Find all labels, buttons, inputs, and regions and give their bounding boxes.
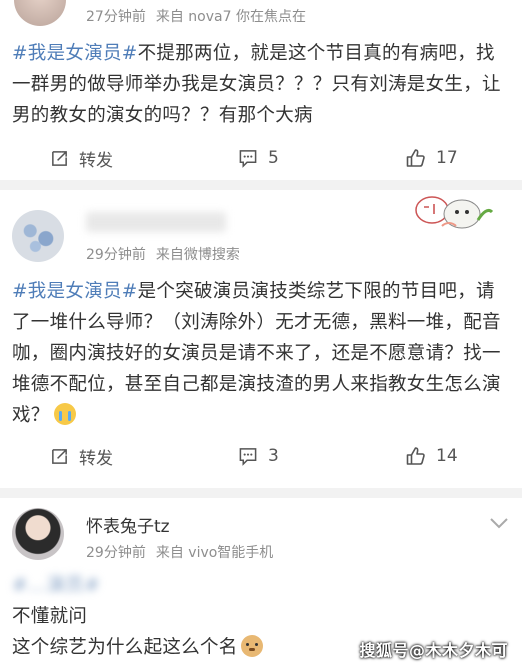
- chevron-down-icon[interactable]: [488, 516, 510, 530]
- repost-label: 转发: [79, 150, 113, 171]
- post-content: #我是女演员#不提那两位，就是这个节目真的有病吧，找一群男的做导师举办我是女演员…: [12, 38, 512, 131]
- post-source: 来自 nova7 你在焦点在: [155, 9, 306, 25]
- post-source: 来自微博搜索: [155, 247, 240, 263]
- post-source: 来自 vivo智能手机: [155, 545, 274, 561]
- avatar[interactable]: [14, 0, 66, 26]
- sticker-image: [415, 196, 494, 229]
- repost-button[interactable]: 转发: [50, 138, 113, 178]
- post-actions: 转发 3 14: [0, 436, 522, 476]
- comment-count: 3: [268, 446, 279, 466]
- post-2: 29分钟前 来自微博搜索 #我是女演员#是个突破演员演技类综艺下限的节目吧，请了一…: [0, 190, 522, 488]
- post-content: #我是女演员#是个突破演员演技类综艺下限的节目吧，请了一堆什么导师？（刘涛除外）…: [12, 276, 512, 431]
- post-meta: 29分钟前 来自微博搜索: [86, 244, 250, 264]
- like-button[interactable]: 17: [405, 138, 458, 178]
- username-blurred[interactable]: [86, 212, 226, 232]
- topic-link-blurred[interactable]: #…演员#: [12, 570, 512, 601]
- repost-button[interactable]: 转发: [50, 436, 113, 476]
- comment-count: 5: [268, 148, 279, 168]
- topic-link[interactable]: #我是女演员#: [12, 43, 138, 64]
- crying-emoji-icon: [53, 403, 76, 425]
- post-meta: 27分钟前 来自 nova7 你在焦点在: [86, 6, 316, 26]
- avatar[interactable]: [12, 210, 64, 262]
- comment-icon: [239, 149, 257, 168]
- like-icon: [406, 447, 425, 465]
- repost-label: 转发: [79, 448, 113, 469]
- doge-emoji-icon: [240, 635, 263, 657]
- post-time: 29分钟前: [86, 545, 146, 561]
- comment-button[interactable]: 5: [238, 138, 279, 178]
- post-meta: 29分钟前 来自 vivo智能手机: [86, 542, 283, 562]
- like-button[interactable]: 14: [405, 436, 458, 476]
- like-icon: [406, 149, 425, 167]
- avatar[interactable]: [12, 508, 64, 560]
- like-count: 17: [436, 148, 458, 168]
- like-count: 14: [436, 446, 458, 466]
- post-time: 29分钟前: [86, 247, 146, 263]
- post-text: 是个突破演员演技类综艺下限的节目吧，请了一堆什么导师？（刘涛除外）无才无德，黑料…: [12, 281, 501, 426]
- post-time: 27分钟前: [86, 9, 146, 25]
- comment-icon: [239, 447, 257, 466]
- repost-icon: [52, 448, 67, 464]
- post-1: 27分钟前 来自 nova7 你在焦点在 #我是女演员#不提那两位，就是这个节目真…: [0, 0, 522, 180]
- comment-button[interactable]: 3: [238, 436, 279, 476]
- repost-icon: [52, 150, 67, 166]
- username[interactable]: 怀表兔子tz: [86, 512, 170, 537]
- post-text-line-1: 不懂就问: [12, 606, 88, 627]
- watermark: 搜狐号@木木夕木可: [359, 641, 508, 660]
- topic-link[interactable]: #我是女演员#: [12, 281, 138, 302]
- separator: [0, 180, 522, 190]
- post-actions: 转发 5 17: [0, 138, 522, 178]
- separator: [0, 488, 522, 498]
